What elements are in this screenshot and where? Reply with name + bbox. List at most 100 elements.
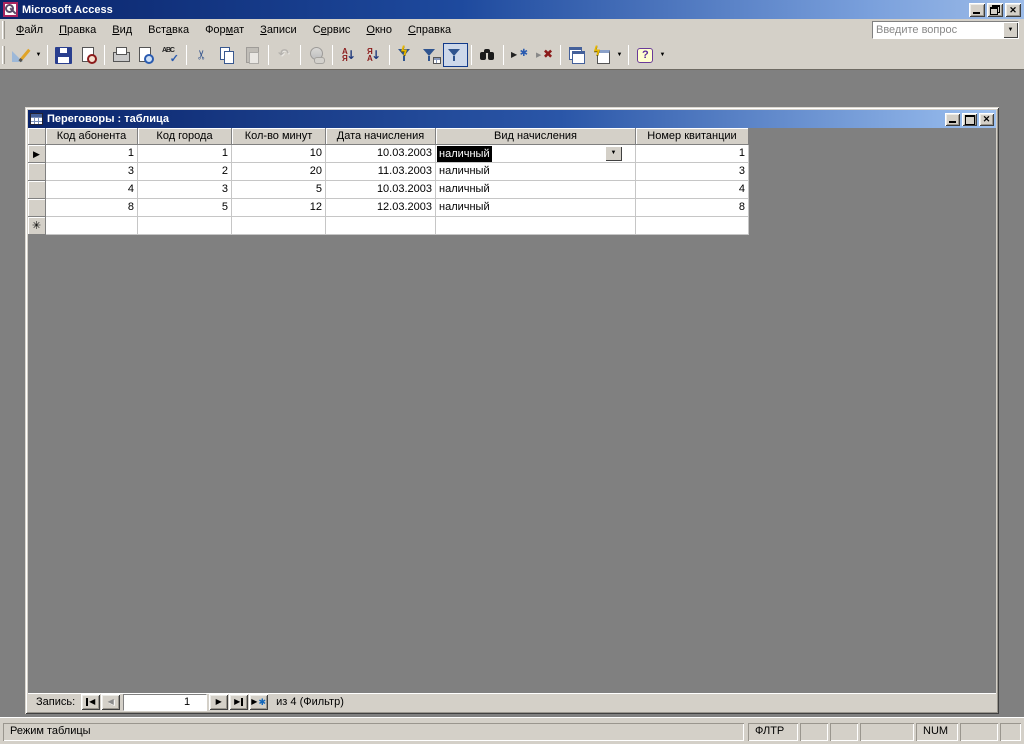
table-cell[interactable]: 4 (46, 181, 138, 199)
ask-question-box[interactable] (872, 21, 1019, 39)
chevron-down-icon[interactable] (1003, 22, 1018, 38)
delete-record-button[interactable] (532, 43, 557, 67)
column-header[interactable]: Дата начисления (326, 128, 436, 145)
help-dropdown-button[interactable] (657, 43, 668, 67)
save-button[interactable] (51, 43, 76, 67)
menu-file[interactable]: Файл (8, 21, 51, 39)
table-cell[interactable]: 3 (636, 163, 749, 181)
toolbar-grip[interactable] (2, 46, 5, 64)
column-header[interactable]: Код абонента (46, 128, 138, 145)
database-window-button[interactable] (564, 43, 589, 67)
table-cell[interactable]: 10.03.2003 (326, 181, 436, 199)
doc-maximize-button[interactable] (962, 112, 977, 126)
undo-icon (276, 47, 293, 64)
help-button[interactable] (632, 43, 657, 67)
document-titlebar[interactable]: Переговоры : таблица (28, 110, 996, 128)
table-cell[interactable]: 5 (138, 199, 232, 217)
table-cell[interactable] (232, 217, 326, 235)
view-dropdown-button[interactable] (33, 43, 44, 67)
new-object-button[interactable] (589, 43, 614, 67)
status-empty-pane (860, 723, 914, 741)
last-record-button[interactable] (229, 694, 249, 710)
table-cell[interactable]: 8 (636, 199, 749, 217)
close-button[interactable] (1005, 2, 1021, 17)
menubar-grip[interactable] (2, 21, 5, 39)
file-search-button[interactable] (76, 43, 101, 67)
table-cell[interactable]: 10.03.2003 (326, 145, 436, 163)
column-header[interactable]: Кол-во минут (232, 128, 326, 145)
table-cell[interactable]: наличный (436, 163, 636, 181)
table-cell-combo[interactable]: наличный (436, 145, 636, 163)
new-object-dropdown-button[interactable] (614, 43, 625, 67)
print-button[interactable] (108, 43, 133, 67)
restore-button[interactable] (987, 2, 1003, 17)
table-cell[interactable]: 3 (138, 181, 232, 199)
row-selector[interactable] (28, 163, 46, 181)
undo-button[interactable] (272, 43, 297, 67)
first-record-button[interactable] (81, 694, 101, 710)
doc-close-button[interactable] (979, 112, 994, 126)
table-cell[interactable]: 4 (636, 181, 749, 199)
row-selector[interactable] (28, 199, 46, 217)
new-record-button[interactable] (507, 43, 532, 67)
doc-minimize-button[interactable] (945, 112, 960, 126)
table-cell[interactable] (46, 217, 138, 235)
table-row: 1 1 10 10.03.2003 наличный 1 (28, 145, 749, 163)
toolbar-separator (332, 45, 333, 65)
row-selector[interactable] (28, 217, 46, 235)
combo-dropdown-button[interactable] (605, 146, 622, 161)
table-cell[interactable]: 20 (232, 163, 326, 181)
sort-descending-button[interactable] (361, 43, 386, 67)
table-cell[interactable]: 8 (46, 199, 138, 217)
column-header[interactable]: Вид начисления (436, 128, 636, 145)
table-cell[interactable] (326, 217, 436, 235)
table-cell[interactable]: 1 (138, 145, 232, 163)
spelling-button[interactable] (158, 43, 183, 67)
menu-view[interactable]: Вид (104, 21, 140, 39)
table-cell[interactable]: 1 (46, 145, 138, 163)
select-all-corner[interactable] (28, 128, 46, 145)
menu-help[interactable]: Справка (400, 21, 459, 39)
previous-record-button[interactable] (101, 694, 121, 710)
table-cell[interactable]: 1 (636, 145, 749, 163)
new-record-nav-button[interactable] (249, 694, 269, 710)
print-preview-button[interactable] (133, 43, 158, 67)
table-cell[interactable]: 12 (232, 199, 326, 217)
insert-hyperlink-button[interactable] (304, 43, 329, 67)
column-header[interactable]: Код города (138, 128, 232, 145)
table-cell[interactable] (436, 217, 636, 235)
minimize-button[interactable] (969, 2, 985, 17)
table-cell[interactable]: наличный (436, 199, 636, 217)
table-cell[interactable]: 10 (232, 145, 326, 163)
filter-by-form-button[interactable] (418, 43, 443, 67)
find-button[interactable] (475, 43, 500, 67)
table-cell[interactable]: наличный (436, 181, 636, 199)
table-cell[interactable]: 5 (232, 181, 326, 199)
menu-window[interactable]: Окно (358, 21, 400, 39)
table-cell[interactable]: 11.03.2003 (326, 163, 436, 181)
next-record-button[interactable] (209, 694, 229, 710)
table-cell[interactable] (636, 217, 749, 235)
menu-format[interactable]: Формат (197, 21, 252, 39)
row-selector[interactable] (28, 145, 46, 163)
paste-button[interactable] (240, 43, 265, 67)
filter-by-selection-button[interactable] (393, 43, 418, 67)
row-selector[interactable] (28, 181, 46, 199)
menu-tools[interactable]: Сервис (305, 21, 359, 39)
document-title: Переговоры : таблица (47, 113, 170, 125)
sort-ascending-button[interactable] (336, 43, 361, 67)
table-cell[interactable]: 3 (46, 163, 138, 181)
menu-insert[interactable]: Вставка (140, 21, 197, 39)
menu-records[interactable]: Записи (252, 21, 305, 39)
table-cell[interactable]: 12.03.2003 (326, 199, 436, 217)
cut-button[interactable] (190, 43, 215, 67)
column-header[interactable]: Номер квитанции (636, 128, 749, 145)
apply-filter-button[interactable] (443, 43, 468, 67)
record-number-input[interactable] (123, 693, 208, 711)
table-cell[interactable] (138, 217, 232, 235)
view-button[interactable] (8, 43, 33, 67)
menu-edit[interactable]: Правка (51, 21, 104, 39)
ask-question-input[interactable] (873, 24, 1003, 36)
copy-button[interactable] (215, 43, 240, 67)
table-cell[interactable]: 2 (138, 163, 232, 181)
